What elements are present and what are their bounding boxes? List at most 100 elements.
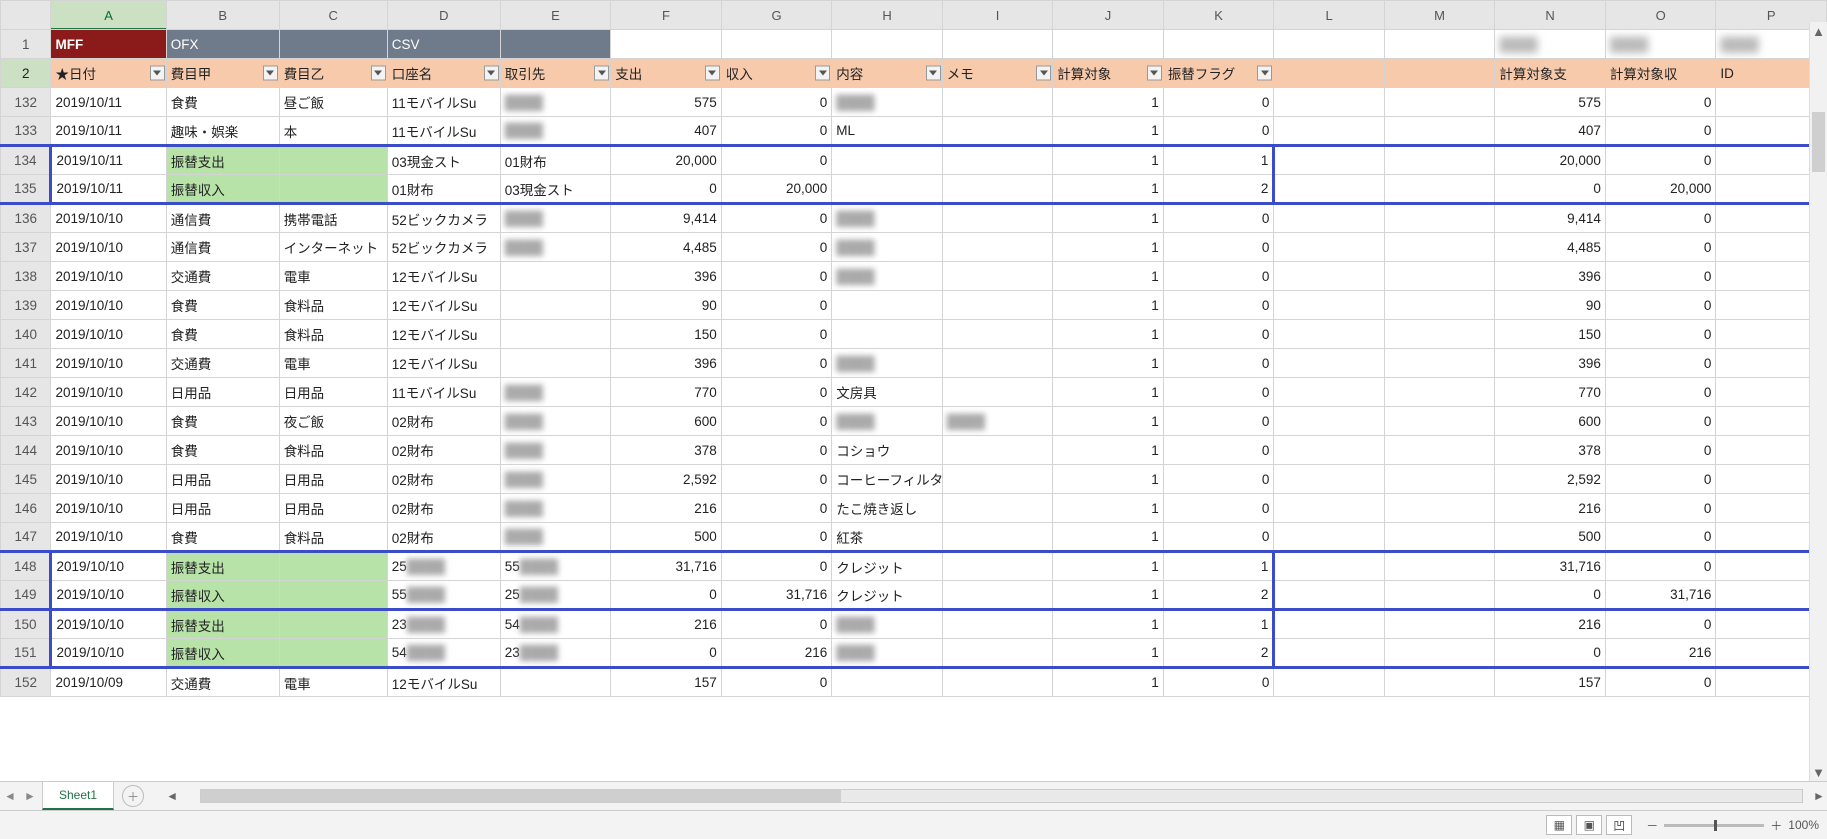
cell-F148[interactable]: 31,716	[611, 552, 722, 581]
cell-K145[interactable]: 0	[1163, 465, 1274, 494]
column-header-L[interactable]: L	[1274, 1, 1385, 30]
cell-F144[interactable]: 378	[611, 436, 722, 465]
cell-E1[interactable]	[500, 30, 611, 59]
cell-G141[interactable]: 0	[721, 349, 832, 378]
cell-J150[interactable]: 1	[1053, 610, 1164, 639]
cell-E140[interactable]	[500, 320, 611, 349]
cell-E147[interactable]: ████	[500, 523, 611, 552]
cell-O133[interactable]: 0	[1605, 117, 1716, 146]
tab-nav-next[interactable]: ►	[20, 782, 40, 810]
cell-N137[interactable]: 4,485	[1495, 233, 1606, 262]
cell-E134[interactable]: 01財布	[500, 146, 611, 175]
cell-K140[interactable]: 0	[1163, 320, 1274, 349]
cell-C139[interactable]: 食料品	[279, 291, 387, 320]
cell-D152[interactable]: 12モバイルSu	[387, 668, 500, 697]
select-all-corner[interactable]	[1, 1, 51, 30]
cell-J148[interactable]: 1	[1053, 552, 1164, 581]
cell-J138[interactable]: 1	[1053, 262, 1164, 291]
column-header-J[interactable]: J	[1053, 1, 1164, 30]
spreadsheet-grid[interactable]: ABCDEFGHIJKLMNOP 1MFFOFXCSV████████████2…	[0, 0, 1827, 781]
cell-D145[interactable]: 02財布	[387, 465, 500, 494]
cell-I139[interactable]	[942, 291, 1053, 320]
cell-A140[interactable]: 2019/10/10	[51, 320, 166, 349]
zoom-out-button[interactable]: －	[1646, 817, 1658, 834]
header-cell-O[interactable]: 計算対象収	[1605, 59, 1716, 88]
row-header-146[interactable]: 146	[1, 494, 51, 523]
filter-button-H[interactable]	[926, 66, 941, 81]
cell-G132[interactable]: 0	[721, 88, 832, 117]
cell-I140[interactable]	[942, 320, 1053, 349]
cell-N149[interactable]: 0	[1495, 581, 1606, 610]
header-cell-C[interactable]: 費目乙	[279, 59, 387, 88]
column-header-B[interactable]: B	[166, 1, 279, 30]
cell-C147[interactable]: 食料品	[279, 523, 387, 552]
hscroll-thumb[interactable]	[201, 790, 841, 802]
view-normal-button[interactable]: ▦	[1546, 815, 1572, 835]
cell-E149[interactable]: 25████	[500, 581, 611, 610]
hscroll-right-arrow[interactable]: ►	[1811, 788, 1827, 804]
cell-F147[interactable]: 500	[611, 523, 722, 552]
cell-L150[interactable]	[1274, 610, 1385, 639]
column-header-D[interactable]: D	[387, 1, 500, 30]
cell-K141[interactable]: 0	[1163, 349, 1274, 378]
cell-K149[interactable]: 2	[1163, 581, 1274, 610]
header-cell-L[interactable]	[1274, 59, 1385, 88]
cell-E133[interactable]: ████	[500, 117, 611, 146]
cell-D151[interactable]: 54████	[387, 639, 500, 668]
row-header-135[interactable]: 135	[1, 175, 51, 204]
cell-F133[interactable]: 407	[611, 117, 722, 146]
cell-I151[interactable]	[942, 639, 1053, 668]
cell-E136[interactable]: ████	[500, 204, 611, 233]
column-header-M[interactable]: M	[1384, 1, 1495, 30]
cell-H132[interactable]: ████	[832, 88, 943, 117]
column-header-N[interactable]: N	[1495, 1, 1606, 30]
filter-button-F[interactable]	[705, 66, 720, 81]
cell-E150[interactable]: 54████	[500, 610, 611, 639]
cell-A152[interactable]: 2019/10/09	[51, 668, 166, 697]
cell-A139[interactable]: 2019/10/10	[51, 291, 166, 320]
header-cell-N[interactable]: 計算対象支	[1495, 59, 1606, 88]
cell-N133[interactable]: 407	[1495, 117, 1606, 146]
cell-F145[interactable]: 2,592	[611, 465, 722, 494]
row-header-147[interactable]: 147	[1, 523, 51, 552]
cell-E141[interactable]	[500, 349, 611, 378]
cell-B147[interactable]: 食費	[166, 523, 279, 552]
row-header-136[interactable]: 136	[1, 204, 51, 233]
cell-K148[interactable]: 1	[1163, 552, 1274, 581]
row-header-140[interactable]: 140	[1, 320, 51, 349]
scroll-up-arrow[interactable]: ▲	[1810, 22, 1827, 40]
header-cell-B[interactable]: 費目甲	[166, 59, 279, 88]
cell-M150[interactable]	[1384, 610, 1495, 639]
cell-H137[interactable]: ████	[832, 233, 943, 262]
cell-C141[interactable]: 電車	[279, 349, 387, 378]
cell-I148[interactable]	[942, 552, 1053, 581]
cell-O143[interactable]: 0	[1605, 407, 1716, 436]
cell-J132[interactable]: 1	[1053, 88, 1164, 117]
cell-H146[interactable]: たこ焼き返し	[832, 494, 943, 523]
cell-N145[interactable]: 2,592	[1495, 465, 1606, 494]
cell-M139[interactable]	[1384, 291, 1495, 320]
cell-J137[interactable]: 1	[1053, 233, 1164, 262]
header-cell-K[interactable]: 振替フラグ	[1163, 59, 1274, 88]
column-header-H[interactable]: H	[832, 1, 943, 30]
cell-M151[interactable]	[1384, 639, 1495, 668]
cell-C148[interactable]	[279, 552, 387, 581]
cell-B152[interactable]: 交通費	[166, 668, 279, 697]
cell-M1[interactable]	[1384, 30, 1495, 59]
filter-button-J[interactable]	[1147, 66, 1162, 81]
cell-O151[interactable]: 216	[1605, 639, 1716, 668]
cell-E132[interactable]: ████	[500, 88, 611, 117]
cell-G143[interactable]: 0	[721, 407, 832, 436]
cell-C1[interactable]	[279, 30, 387, 59]
cell-A151[interactable]: 2019/10/10	[51, 639, 166, 668]
cell-C135[interactable]	[279, 175, 387, 204]
cell-A141[interactable]: 2019/10/10	[51, 349, 166, 378]
hscroll-left-arrow[interactable]: ◄	[164, 788, 180, 804]
cell-H143[interactable]: ████	[832, 407, 943, 436]
cell-H151[interactable]: ████	[832, 639, 943, 668]
cell-M147[interactable]	[1384, 523, 1495, 552]
cell-O145[interactable]: 0	[1605, 465, 1716, 494]
header-cell-F[interactable]: 支出	[611, 59, 722, 88]
cell-D137[interactable]: 52ビックカメラ	[387, 233, 500, 262]
cell-K147[interactable]: 0	[1163, 523, 1274, 552]
